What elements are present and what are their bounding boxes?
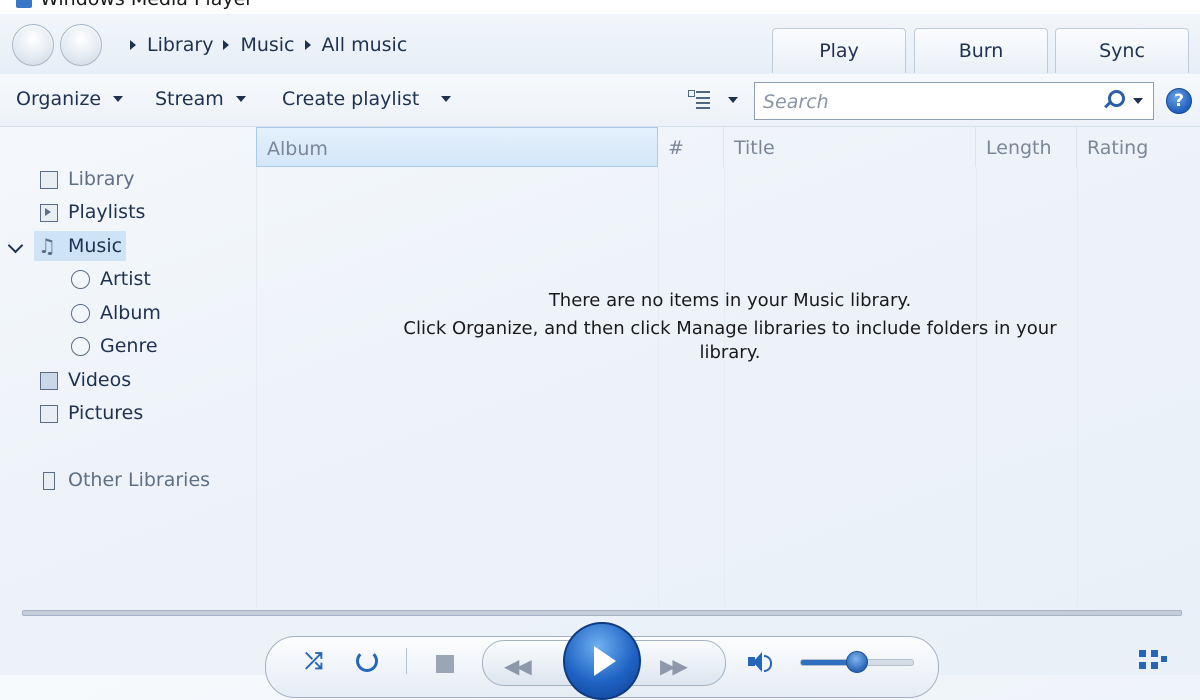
column-header-number[interactable]: # [658, 127, 724, 167]
breadcrumb-arrow-icon[interactable] [304, 40, 311, 50]
switch-to-now-playing-icon[interactable] [1139, 650, 1167, 672]
volume-knob[interactable] [846, 651, 868, 673]
sidebar-item-music[interactable]: ♫ Music [34, 231, 127, 261]
column-headers: Album # Title Length Rating [256, 127, 1200, 167]
sidebar-item-label: Artist [100, 268, 151, 290]
organize-label: Organize [16, 88, 102, 110]
sidebar-item-album[interactable]: Album [70, 298, 161, 328]
other-libraries-icon [38, 470, 58, 490]
sidebar-item-label: Other Libraries [68, 469, 211, 491]
sidebar-item-label: Genre [100, 335, 158, 357]
sidebar-item-label: Library [68, 168, 135, 190]
empty-message-line-1: There are no items in your Music library… [548, 290, 912, 311]
tab-burn[interactable]: Burn [914, 28, 1048, 73]
column-header-title[interactable]: Title [724, 127, 976, 167]
column-divider [724, 167, 725, 607]
column-header-length[interactable]: Length [976, 127, 1077, 167]
album-icon [70, 303, 90, 323]
previous-icon: ◀◀ [504, 654, 532, 678]
create-playlist-label: Create playlist [282, 88, 420, 110]
genre-icon [70, 336, 90, 356]
breadcrumb-arrow-icon[interactable] [223, 40, 230, 50]
tab-play[interactable]: Play [772, 28, 906, 73]
search-dropdown-icon[interactable] [1133, 98, 1143, 104]
column-divider [256, 167, 257, 607]
organize-menu[interactable]: Organize [16, 88, 124, 110]
media-player-icon [16, 0, 32, 8]
view-options-button[interactable] [688, 90, 738, 110]
command-bar: Organize Stream Create playlist ? [0, 74, 1200, 127]
chevron-down-icon [235, 96, 246, 102]
sidebar-item-label: Videos [68, 369, 132, 391]
volume-icon[interactable] [748, 651, 772, 673]
sidebar-item-artist[interactable]: Artist [70, 264, 151, 294]
repeat-icon[interactable] [356, 650, 378, 672]
nav-buttons [12, 24, 104, 68]
column-divider [1077, 167, 1078, 607]
forward-button[interactable] [60, 24, 102, 66]
create-playlist-menu[interactable]: Create playlist [282, 88, 452, 110]
empty-message-line-3: library. [699, 342, 761, 363]
stream-menu[interactable]: Stream [155, 88, 246, 110]
column-divider [658, 167, 659, 607]
sidebar-item-label: Music [68, 235, 123, 257]
search-box [754, 82, 1154, 120]
sidebar-item-videos[interactable]: Videos [38, 365, 131, 395]
view-options-icon [688, 90, 710, 110]
sidebar-item-library[interactable]: Library [38, 164, 134, 194]
sidebar-item-label: Playlists [68, 201, 146, 223]
play-icon [594, 646, 616, 676]
window-title: Windows Media Player [40, 0, 253, 10]
back-button[interactable] [12, 24, 54, 66]
sidebar-item-other-libraries[interactable]: Other Libraries [38, 465, 210, 495]
music-note-icon: ♫ [38, 234, 56, 258]
sidebar-item-pictures[interactable]: Pictures [38, 398, 143, 428]
playlist-icon [38, 202, 58, 222]
navigation-pane: Library Playlists ♫ Music Artist Album G… [0, 127, 256, 607]
breadcrumb: Library Music All music [126, 32, 413, 58]
empty-message-line-2: Click Organize, and then click Manage li… [403, 318, 1057, 339]
next-icon: ▶▶ [660, 654, 688, 678]
breadcrumb-library[interactable]: Library [147, 34, 213, 56]
stream-label: Stream [155, 88, 224, 110]
chevron-down-icon [441, 96, 452, 102]
column-header-rating[interactable]: Rating [1077, 127, 1200, 167]
sidebar-item-genre[interactable]: Genre [70, 331, 158, 361]
video-icon [38, 370, 58, 390]
sidebar-item-label: Album [100, 302, 161, 324]
address-bar: Library Music All music Play Burn Sync [0, 14, 1200, 74]
help-button[interactable]: ? [1166, 88, 1192, 114]
shuffle-icon[interactable]: ⤮ [305, 650, 329, 674]
seek-bar[interactable] [22, 610, 1182, 616]
artist-icon [70, 269, 90, 289]
column-header-album[interactable]: Album [256, 127, 658, 167]
expand-chevron-icon[interactable] [7, 237, 24, 254]
sidebar-item-label: Pictures [68, 402, 144, 424]
search-icon[interactable] [1103, 90, 1125, 110]
search-input[interactable] [761, 87, 1095, 117]
chevron-down-icon [728, 97, 738, 103]
chevron-down-icon [113, 96, 124, 102]
breadcrumb-music[interactable]: Music [240, 34, 294, 56]
sidebar-item-playlists[interactable]: Playlists [38, 197, 145, 227]
stop-icon[interactable] [436, 655, 454, 673]
empty-library-message: There are no items in your Music library… [400, 287, 1060, 365]
picture-icon [38, 403, 58, 423]
play-button[interactable] [563, 622, 641, 700]
tab-sync[interactable]: Sync [1055, 28, 1189, 73]
breadcrumb-all-music[interactable]: All music [322, 34, 408, 56]
library-icon [38, 169, 58, 189]
column-divider [976, 167, 977, 607]
title-bar: Windows Media Player [0, 0, 1200, 14]
controls-divider [406, 648, 407, 674]
breadcrumb-arrow-icon[interactable] [130, 40, 136, 50]
